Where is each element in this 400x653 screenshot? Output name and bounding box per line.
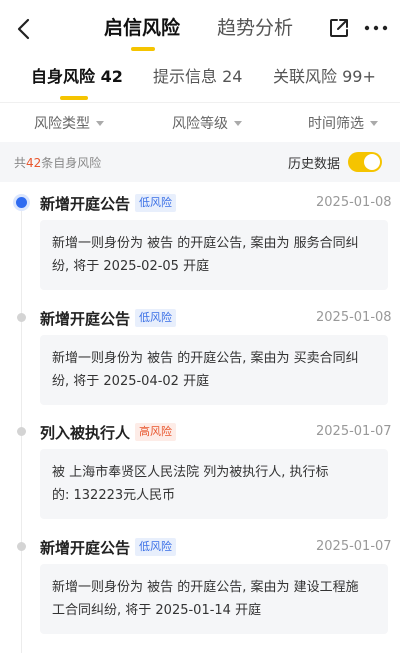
risk-detail-line-2: 纷, 将于 2025-02-05 开庭 — [52, 259, 210, 274]
tab-related-risk[interactable]: 关联风险 99+ — [273, 66, 376, 88]
risk-subtabs: 自身风险 42 提示信息 24 关联风险 99+ — [0, 58, 400, 102]
timeline-dot — [17, 313, 26, 322]
caret-down-icon — [234, 120, 242, 126]
filter-risk-type[interactable]: 风险类型 — [34, 113, 104, 133]
risk-level-badge: 高风险 — [135, 423, 176, 441]
risk-level-badge: 低风险 — [135, 194, 176, 212]
risk-count-prefix: 共 — [14, 156, 27, 170]
risk-level-badge: 低风险 — [135, 309, 176, 327]
risk-count-suffix: 条自身风险 — [41, 156, 102, 170]
tab-qixin-risk[interactable]: 启信风险 — [104, 16, 180, 40]
history-data-toggle[interactable] — [348, 152, 382, 172]
risk-detail-line-2: 的: 132223元人民币 — [52, 488, 176, 503]
risk-date: 2025-01-08 — [316, 310, 392, 325]
tab-hint-info[interactable]: 提示信息 24 — [153, 66, 242, 88]
timeline-dot — [17, 427, 26, 436]
summary-bar: 共42条自身风险 历史数据 — [0, 142, 400, 182]
risk-detail: 新增一则身份为 被告 的开庭公告, 案由为 建设工程施 工合同纠纷, 将于 20… — [40, 564, 388, 634]
filter-time[interactable]: 时间筛选 — [308, 113, 378, 133]
risk-date: 2025-01-08 — [316, 195, 392, 210]
risk-detail: 新增一则身份为 被告 的开庭公告, 案由为 买卖合同纠 纷, 将于 2025-0… — [40, 335, 388, 405]
filter-bar: 风险类型 风险等级 时间筛选 — [0, 102, 400, 142]
risk-detail-line-1: 被 上海市奉贤区人民法院 列为被执行人, 执行标 — [52, 465, 329, 480]
risk-detail-line-1: 新增一则身份为 被告 的开庭公告, 案由为 买卖合同纠 — [52, 351, 359, 366]
active-subtab-indicator — [60, 96, 88, 100]
share-icon[interactable] — [327, 16, 351, 40]
timeline-dot — [16, 197, 27, 208]
filter-risk-level[interactable]: 风险等级 — [172, 113, 242, 133]
risk-detail-line-1: 新增一则身份为 被告 的开庭公告, 案由为 建设工程施 — [52, 580, 359, 595]
risk-detail: 新增一则身份为 被告 的开庭公告, 案由为 服务合同纠 纷, 将于 2025-0… — [40, 220, 388, 290]
caret-down-icon — [370, 120, 378, 126]
top-nav: 启信风险 趋势分析 — [0, 0, 400, 58]
risk-level-badge: 低风险 — [135, 538, 176, 556]
filter-time-label: 时间筛选 — [308, 116, 364, 132]
risk-detail-line-2: 纷, 将于 2025-04-02 开庭 — [52, 374, 210, 389]
more-icon[interactable] — [362, 16, 390, 40]
caret-down-icon — [96, 120, 104, 126]
risk-detail: 被 上海市奉贤区人民法院 列为被执行人, 执行标 的: 132223元人民币 — [40, 449, 388, 519]
risk-timeline: 新增开庭公告 低风险 2025-01-08 新增一则身份为 被告 的开庭公告, … — [0, 182, 400, 653]
risk-date: 2025-01-07 — [316, 539, 392, 554]
back-icon[interactable] — [10, 15, 38, 43]
active-tab-indicator — [131, 47, 155, 51]
history-data-label: 历史数据 — [288, 157, 341, 172]
risk-title: 列入被执行人 — [40, 424, 131, 442]
risk-title: 新增开庭公告 — [40, 310, 131, 328]
filter-risk-type-label: 风险类型 — [34, 116, 90, 132]
risk-count-text: 共42条自身风险 — [14, 154, 101, 171]
tab-trend-analysis[interactable]: 趋势分析 — [217, 16, 293, 40]
risk-detail-line-2: 工合同纠纷, 将于 2025-01-14 开庭 — [52, 603, 262, 618]
risk-date: 2025-01-07 — [316, 424, 392, 439]
risk-count-number: 42 — [26, 156, 42, 170]
risk-detail-line-1: 新增一则身份为 被告 的开庭公告, 案由为 服务合同纠 — [52, 236, 359, 251]
risk-title: 新增开庭公告 — [40, 539, 131, 557]
filter-risk-level-label: 风险等级 — [172, 116, 228, 132]
risk-title: 新增开庭公告 — [40, 195, 131, 213]
tab-self-risk[interactable]: 自身风险 42 — [31, 66, 123, 88]
timeline-dot — [17, 542, 26, 551]
toggle-knob — [364, 154, 380, 170]
